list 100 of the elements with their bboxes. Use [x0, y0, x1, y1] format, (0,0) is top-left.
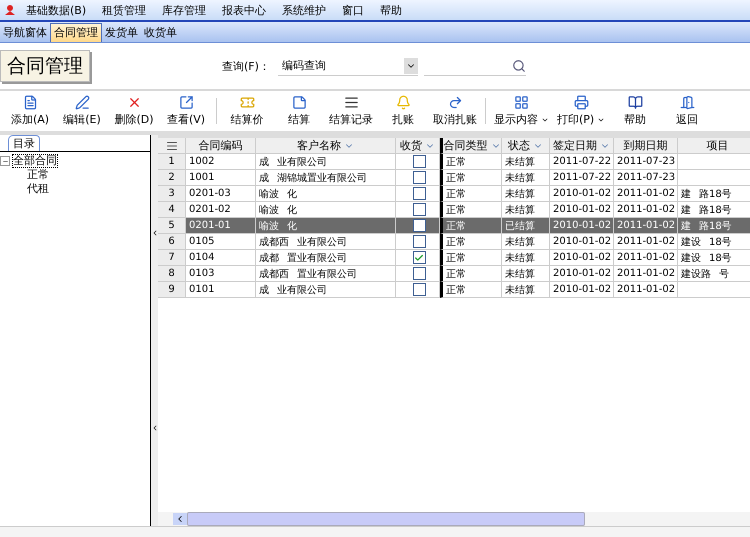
menu-item[interactable]: 系统维护 — [276, 2, 332, 18]
column-header[interactable]: 项目 — [678, 138, 750, 154]
column-header[interactable]: 客户名称 — [256, 138, 396, 154]
row-number: 7 — [158, 250, 186, 266]
table-cell: 2010-01-02 — [550, 186, 614, 202]
table-cell: 建 路18号 — [678, 218, 750, 234]
column-header[interactable]: 收货 — [396, 138, 440, 154]
table-cell: 正常 — [440, 218, 502, 234]
checkbox[interactable] — [412, 267, 426, 280]
menu-item[interactable]: 帮助 — [374, 2, 408, 18]
table-cell: 2010-01-02 — [550, 250, 614, 266]
table-cell: 2010-01-02 — [550, 266, 614, 282]
view-icon — [178, 95, 194, 110]
table-cell: 2011-01-02 — [614, 250, 678, 266]
collapse-icon[interactable] — [0, 156, 10, 166]
table-cell: 成 业有限公司 — [256, 282, 396, 298]
table-cell: 2011-01-02 — [614, 186, 678, 202]
lines-icon — [344, 95, 358, 110]
column-header[interactable]: 签定日期 — [550, 138, 614, 154]
column-header[interactable]: 到期日期 — [614, 138, 678, 154]
row-number: 4 — [158, 202, 186, 218]
table-cell: 建 路18号 — [678, 186, 750, 202]
table-cell: 2011-01-02 — [614, 218, 678, 234]
toolbar-button[interactable]: 帮助 — [609, 93, 662, 129]
search-icon[interactable] — [512, 58, 526, 72]
table-cell: 0101 — [186, 282, 256, 298]
checkbox[interactable] — [412, 171, 426, 184]
table-cell: 未结算 — [502, 282, 550, 298]
toolbar-button[interactable]: 查看(V) — [160, 93, 212, 129]
app-logo-icon — [4, 4, 16, 16]
grid-icon — [514, 95, 529, 110]
toolbar-button[interactable]: 扎账 — [377, 93, 429, 129]
table-cell: 未结算 — [502, 154, 550, 170]
menu-item[interactable]: 库存管理 — [156, 2, 212, 18]
checkbox[interactable] — [412, 187, 426, 200]
window-tab[interactable]: 收货单 — [141, 24, 180, 42]
table-cell: 0201-03 — [186, 186, 256, 202]
checkbox[interactable] — [412, 283, 426, 296]
toolbar-button[interactable]: 返回 — [661, 93, 714, 129]
checkbox[interactable] — [412, 155, 426, 168]
column-header[interactable]: 合同类型 — [440, 138, 502, 154]
toolbar-button[interactable]: 结算记录 — [325, 93, 377, 129]
toolbar-button[interactable]: 结算价 — [221, 93, 273, 129]
book-icon — [628, 95, 643, 110]
table-cell: 2010-01-02 — [550, 202, 614, 218]
window-tab[interactable]: 导航窗体 — [0, 24, 50, 42]
window-tab[interactable]: 合同管理 — [50, 23, 102, 42]
toolbar-button[interactable]: 编辑(E) — [56, 93, 108, 129]
row-number: 5 — [158, 218, 186, 234]
checkbox[interactable] — [412, 203, 426, 216]
page-title: 合同管理 — [0, 50, 90, 82]
toolbar-button[interactable]: 打印(P) — [553, 93, 610, 129]
table-cell: 未结算 — [502, 186, 550, 202]
table-cell: 成都 置业有限公司 — [256, 250, 396, 266]
column-header[interactable]: 合同编码 — [186, 138, 256, 154]
query-mode-dropdown[interactable]: 编码查询 — [278, 56, 418, 76]
toolbar-button[interactable]: 显示内容 — [490, 93, 553, 129]
menu-item[interactable]: 窗口 — [336, 2, 370, 18]
menu-item[interactable]: 报表中心 — [216, 2, 272, 18]
table-cell: 正常 — [440, 282, 502, 298]
tree-item[interactable]: 正常 — [26, 168, 50, 182]
note-icon — [292, 95, 306, 110]
horizontal-scrollbar[interactable] — [158, 512, 750, 526]
table-cell: 2011-07-23 — [614, 154, 678, 170]
toolbar-button[interactable]: 删除(D) — [108, 93, 160, 129]
table-cell: 2011-01-02 — [614, 282, 678, 298]
table-cell: 建 路18号 — [678, 202, 750, 218]
table-cell: 0201-02 — [186, 202, 256, 218]
toolbar-button[interactable]: 取消扎账 — [429, 93, 481, 129]
table-cell: 正常 — [440, 234, 502, 250]
redo-icon — [448, 95, 462, 110]
table-cell: 1002 — [186, 154, 256, 170]
checkbox[interactable] — [412, 251, 426, 264]
table-cell: 未结算 — [502, 266, 550, 282]
printer-icon — [574, 95, 589, 110]
table-cell: 1001 — [186, 170, 256, 186]
menu-item[interactable]: 租赁管理 — [96, 2, 152, 18]
sidebar-tab[interactable]: 目录 — [8, 135, 40, 151]
table-cell: 0201-01 — [186, 218, 256, 234]
toolbar-button[interactable]: 添加(A) — [4, 93, 56, 129]
table-cell: 未结算 — [502, 234, 550, 250]
tree-item[interactable]: 全部合同 — [12, 154, 58, 168]
window-tab[interactable]: 发货单 — [102, 24, 141, 42]
toolbar-button[interactable]: 结算 — [273, 93, 325, 129]
table-cell: 已结算 — [502, 218, 550, 234]
table-cell: 正常 — [440, 154, 502, 170]
table-cell: 2010-01-02 — [550, 282, 614, 298]
table-cell: 建设路 号 — [678, 266, 750, 282]
table-cell: 0104 — [186, 250, 256, 266]
table-cell: 0105 — [186, 234, 256, 250]
menu-item[interactable]: 基础数据(B) — [20, 2, 92, 18]
tree-item[interactable]: 代租 — [26, 182, 50, 196]
table-cell: 未结算 — [502, 202, 550, 218]
table-cell: 正常 — [440, 186, 502, 202]
table-cell: 2011-01-02 — [614, 266, 678, 282]
column-header[interactable]: 状态 — [502, 138, 550, 154]
table-cell: 建设 18号 — [678, 250, 750, 266]
checkbox[interactable] — [412, 235, 426, 248]
table-cell: 建设 18号 — [678, 234, 750, 250]
checkbox[interactable] — [412, 219, 426, 232]
